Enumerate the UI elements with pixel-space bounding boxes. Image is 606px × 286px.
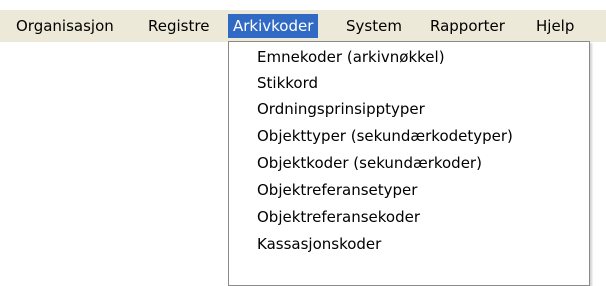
menu-item-emnekoder[interactable]: Emnekoder (arkivnøkkel) (257, 44, 445, 70)
menu-rapporter[interactable]: Rapporter (430, 14, 505, 38)
menu-item-objektreferansetyper[interactable]: Objektreferansetyper (257, 177, 417, 203)
menu-item-objekttyper[interactable]: Objekttyper (sekundærkodetyper) (257, 123, 513, 149)
menu-organisasjon[interactable]: Organisasjon (16, 14, 114, 38)
menu-system[interactable]: System (346, 14, 402, 38)
menu-item-stikkord[interactable]: Stikkord (257, 70, 318, 96)
menu-hjelp[interactable]: Hjelp (536, 14, 574, 38)
menu-item-objektreferansekoder[interactable]: Objektreferansekoder (257, 204, 420, 230)
menu-item-objektkoder[interactable]: Objektkoder (sekundærkoder) (257, 150, 482, 176)
menu-item-kassasjonskoder[interactable]: Kassasjonskoder (257, 231, 381, 257)
menu-item-ordningsprinsipptyper[interactable]: Ordningsprinsipptyper (257, 96, 425, 122)
menu-arkivkoder[interactable]: Arkivkoder (228, 14, 319, 38)
menu-bar: Organisasjon Registre Arkivkoder System … (0, 10, 606, 42)
menu-registre[interactable]: Registre (148, 14, 209, 38)
arkivkoder-dropdown-menu: Emnekoder (arkivnøkkel) Stikkord Ordning… (228, 41, 590, 286)
